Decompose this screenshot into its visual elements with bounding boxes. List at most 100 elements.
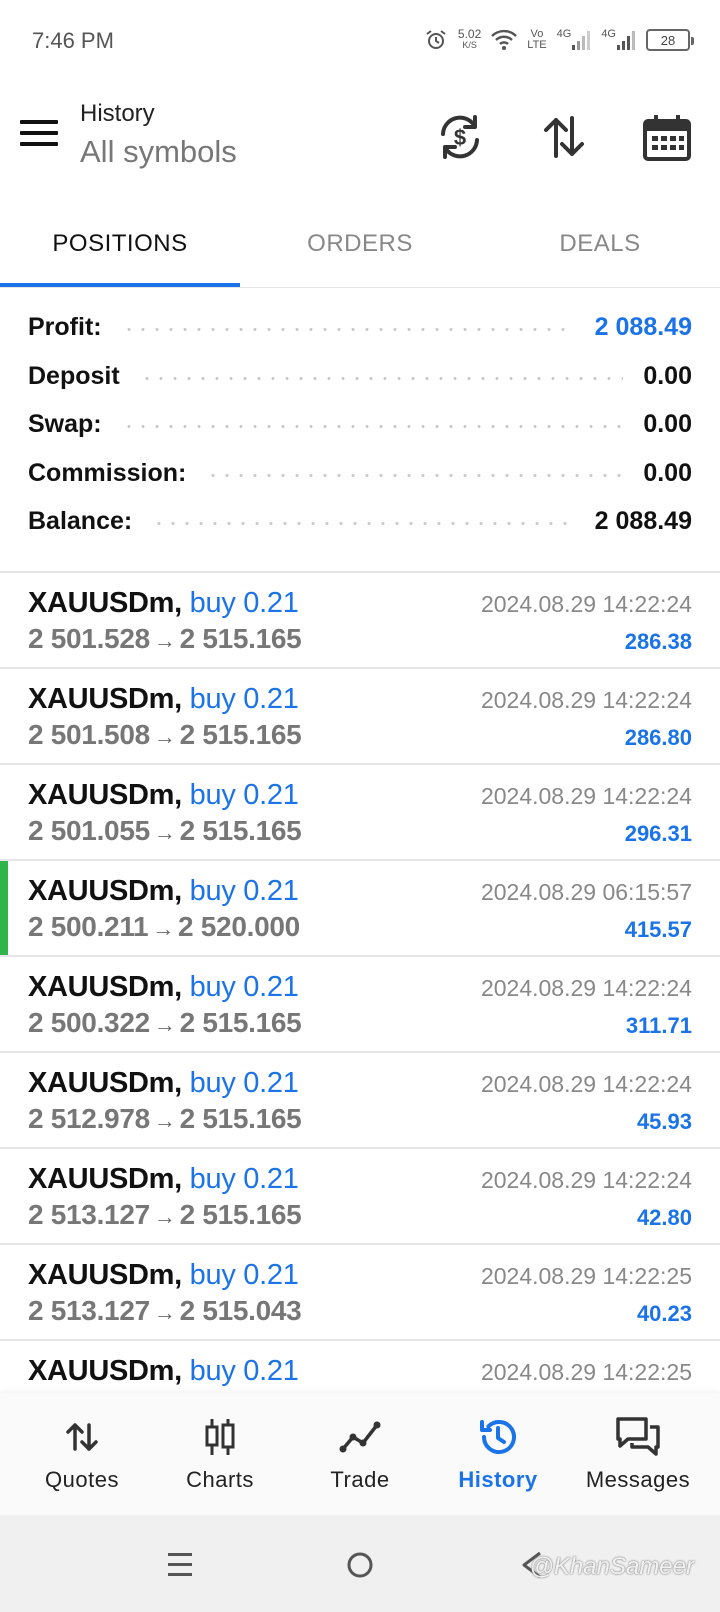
position-time: 2024.08.29 14:22:24 [480, 591, 692, 617]
nav-label: History [458, 1467, 538, 1492]
wifi-icon [491, 29, 518, 51]
home-icon[interactable] [338, 1543, 382, 1587]
close-price: 2 515.165 [179, 1103, 302, 1134]
position-prices: 2 500.211 → 2 520.000 [28, 911, 300, 943]
position-side: buy 0.21 [189, 971, 299, 1003]
signal-sim2-icon: 4G [601, 29, 636, 51]
profit-value: 2 088.49 [594, 312, 692, 341]
position-time: 2024.08.29 14:22:24 [480, 1167, 692, 1193]
network-speed: 5.02 K/S [458, 28, 481, 51]
position-symbol: XAUUSDm, buy 0.21 [28, 1067, 299, 1099]
position-time: 2024.08.29 14:22:25 [480, 1359, 692, 1385]
position-prices: 2 513.127 → 2 515.043 [28, 1295, 302, 1327]
open-price: 2 500.211 [28, 911, 149, 942]
position-symbol: XAUUSDm, buy 0.21 [28, 875, 299, 907]
nav-history[interactable]: History [426, 1393, 570, 1515]
position-row[interactable]: XAUUSDm, buy 0.21 2024.08.29 14:22:25 [0, 1341, 720, 1393]
position-time: 2024.08.29 14:22:24 [480, 783, 692, 809]
history-tabs: POSITIONS ORDERS DEALS [0, 200, 720, 288]
price-arrow-icon: → [153, 724, 176, 749]
position-prices: 2 513.127 → 2 515.165 [28, 1199, 302, 1231]
balance-value: 2 088.49 [594, 506, 692, 535]
position-prices: 2 512.978 → 2 515.165 [28, 1103, 302, 1135]
tab-orders[interactable]: ORDERS [240, 200, 480, 288]
price-arrow-icon: → [153, 1300, 176, 1325]
close-price: 2 515.165 [179, 719, 302, 750]
dotted-leader [152, 521, 575, 525]
battery-level: 28 [660, 32, 676, 48]
status-icons: 5.02 K/S Vo LTE 4G 4G 28 [424, 24, 694, 56]
nav-quotes[interactable]: Quotes [10, 1393, 154, 1515]
position-symbol: XAUUSDm, buy 0.21 [28, 1259, 299, 1291]
position-profit: 40.23 [636, 1301, 692, 1326]
position-profit: 311.71 [625, 1013, 692, 1038]
status-bar: 7:46 PM 5.02 K/S Vo LTE 4G 4G 28 [0, 0, 720, 80]
position-row[interactable]: XAUUSDm, buy 0.21 2 501.528 → 2 515.165 20… [0, 573, 720, 669]
deposit-value: 0.00 [643, 361, 692, 390]
position-prices: 2 501.055 → 2 515.165 [28, 815, 302, 847]
position-row[interactable]: XAUUSDm, buy 0.21 2 513.127 → 2 515.043 20… [0, 1245, 720, 1341]
bottom-navigation: Quotes Charts Trade History Messages [0, 1393, 720, 1515]
position-time: 2024.08.29 14:22:25 [480, 1263, 692, 1289]
hamburger-menu-icon[interactable] [20, 120, 58, 150]
system-navigation-bar: @KhanSameer [0, 1515, 720, 1612]
alarm-icon [424, 28, 448, 52]
position-side: buy 0.21 [189, 683, 299, 715]
symbol-filter[interactable]: All symbols [80, 134, 237, 170]
account-summary: Profit: 2 088.49 Deposit 0.00 Swap: 0.00… [0, 305, 720, 573]
summary-row-swap: Swap: 0.00 [28, 404, 692, 444]
position-row[interactable]: XAUUSDm, buy 0.21 2 500.211 → 2 520.000 20… [0, 861, 720, 957]
position-row[interactable]: XAUUSDm, buy 0.21 2 501.508 → 2 515.165 20… [0, 669, 720, 765]
position-row[interactable]: XAUUSDm, buy 0.21 2 500.322 → 2 515.165 20… [0, 957, 720, 1053]
close-price: 2 515.165 [179, 623, 302, 654]
battery-icon: 28 [646, 29, 694, 51]
nav-charts[interactable]: Charts [148, 1393, 292, 1515]
swap-label: Swap: [28, 409, 102, 438]
nav-label: Charts [186, 1467, 254, 1492]
recent-apps-icon[interactable] [158, 1543, 202, 1587]
trade-line-icon [336, 1415, 384, 1459]
app-header: History All symbols $ [0, 80, 720, 190]
calendar-icon[interactable] [642, 112, 692, 162]
position-profit: 296.31 [624, 821, 692, 846]
candlestick-icon [196, 1415, 244, 1459]
currency-exchange-icon[interactable]: $ [435, 112, 485, 162]
price-arrow-icon: → [153, 1108, 176, 1133]
open-price: 2 500.322 [28, 1007, 150, 1038]
positions-list: XAUUSDm, buy 0.21 2 501.528 → 2 515.165 20… [0, 573, 720, 1393]
sort-arrows-icon[interactable] [539, 112, 589, 162]
position-symbol: XAUUSDm, buy 0.21 [28, 1163, 299, 1195]
close-price: 2 515.165 [179, 815, 302, 846]
nav-trade[interactable]: Trade [288, 1393, 432, 1515]
tab-positions[interactable]: POSITIONS [0, 200, 240, 288]
dotted-leader [206, 473, 624, 477]
price-arrow-icon: → [153, 1012, 176, 1037]
position-profit: 45.93 [636, 1109, 692, 1134]
open-price: 2 501.055 [28, 815, 150, 846]
commission-value: 0.00 [643, 458, 692, 487]
nav-label: Messages [585, 1467, 691, 1492]
position-side: buy 0.21 [189, 1067, 299, 1099]
deposit-label: Deposit [28, 361, 120, 390]
price-arrow-icon: → [152, 916, 175, 941]
position-side: buy 0.21 [189, 1163, 299, 1195]
tab-deals[interactable]: DEALS [480, 200, 720, 288]
position-symbol: XAUUSDm, buy 0.21 [28, 1355, 299, 1387]
summary-row-balance: Balance: 2 088.49 [28, 501, 692, 541]
balance-label: Balance: [28, 506, 133, 535]
position-side: buy 0.21 [189, 875, 299, 907]
volte-indicator: Vo LTE [527, 28, 547, 51]
signal-sim1-icon: 4G [557, 29, 592, 51]
active-tab-indicator [0, 283, 240, 287]
position-row[interactable]: XAUUSDm, buy 0.21 2 501.055 → 2 515.165 20… [0, 765, 720, 861]
chat-bubbles-icon [614, 1415, 662, 1459]
position-symbol: XAUUSDm, buy 0.21 [28, 587, 299, 619]
position-time: 2024.08.29 06:15:57 [480, 879, 692, 905]
close-price: 2 515.043 [179, 1295, 302, 1326]
dotted-leader [121, 424, 624, 428]
quotes-arrows-icon [58, 1415, 106, 1459]
nav-messages[interactable]: Messages [566, 1393, 710, 1515]
position-row[interactable]: XAUUSDm, buy 0.21 2 513.127 → 2 515.165 20… [0, 1149, 720, 1245]
watermark: @KhanSameer [529, 1553, 694, 1580]
position-row[interactable]: XAUUSDm, buy 0.21 2 512.978 → 2 515.165 20… [0, 1053, 720, 1149]
